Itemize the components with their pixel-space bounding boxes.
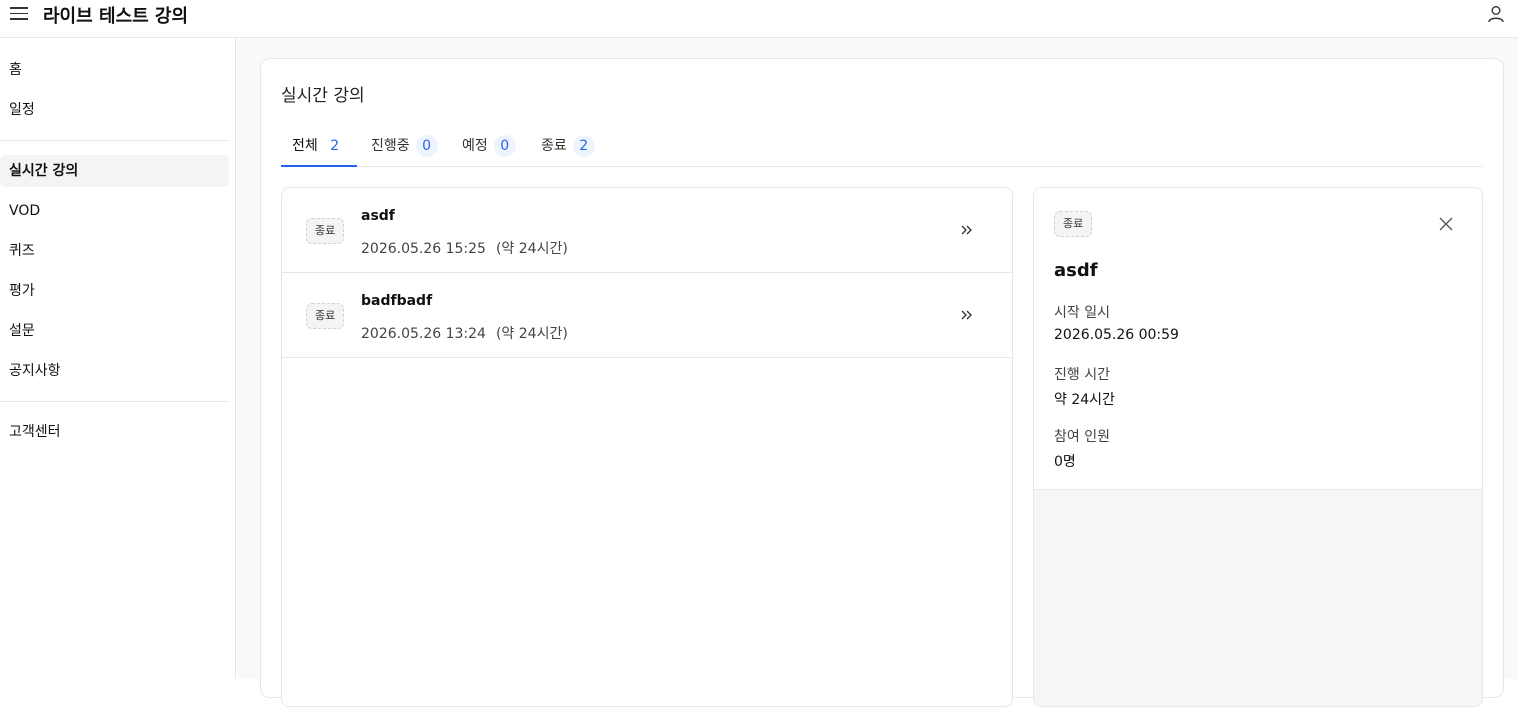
- sidebar-item-survey[interactable]: 설문: [0, 315, 229, 347]
- sidebar-item-live-lecture[interactable]: 실시간 강의: [0, 155, 229, 187]
- tab-label: 전체: [292, 138, 318, 154]
- sidebar-item-schedule[interactable]: 일정: [0, 94, 229, 126]
- hamburger-menu-icon[interactable]: [10, 5, 28, 23]
- start-label: 시작 일시: [1054, 305, 1110, 321]
- sidebar-item-vod[interactable]: VOD: [0, 195, 229, 227]
- list-item[interactable]: 종료 badfbadf 2026.05.26 13:24 (약 24시간): [282, 273, 1012, 358]
- sidebar-item-notice[interactable]: 공지사항: [0, 355, 229, 387]
- sidebar-item-home[interactable]: 홈: [0, 54, 229, 86]
- list-item[interactable]: 종료 asdf 2026.05.26 15:25 (약 24시간): [282, 188, 1012, 273]
- top-header: 라이브 테스트 강의: [0, 0, 1518, 38]
- user-icon[interactable]: [1486, 4, 1506, 24]
- tab-label: 종료: [541, 138, 567, 154]
- double-chevron-right-icon[interactable]: [960, 223, 974, 237]
- lecture-datetime: 2026.05.26 13:24: [361, 326, 486, 342]
- tab-count: 0: [493, 135, 516, 157]
- sidebar-item-support[interactable]: 고객센터: [0, 416, 229, 448]
- lecture-datetime: 2026.05.26 15:25: [361, 241, 486, 257]
- double-chevron-right-icon[interactable]: [960, 308, 974, 322]
- tab-scheduled[interactable]: 예정 0: [451, 125, 527, 167]
- page-title: 실시간 강의: [281, 86, 365, 106]
- status-badge: 종료: [1054, 211, 1093, 237]
- tab-count: 2: [572, 135, 595, 157]
- status-tabs: 전체 2 진행중 0 예정 0 종료 2: [281, 125, 1483, 167]
- tab-count: 0: [415, 135, 438, 157]
- tab-in-progress[interactable]: 진행중 0: [360, 125, 449, 167]
- lecture-duration: (약 24시간): [495, 326, 568, 342]
- tab-label: 예정: [462, 138, 488, 154]
- close-icon[interactable]: [1438, 216, 1454, 232]
- participants-label: 참여 인원: [1054, 429, 1110, 445]
- tab-count: 2: [330, 138, 340, 154]
- app-title: 라이브 테스트 강의: [43, 6, 189, 27]
- detail-title: asdf: [1054, 260, 1098, 281]
- tab-ended[interactable]: 종료 2: [530, 125, 606, 167]
- lecture-duration: (약 24시간): [495, 241, 568, 257]
- lecture-time: 2026.05.26 15:25 (약 24시간): [361, 238, 568, 258]
- main-content: 실시간 강의 전체 2 진행중 0 예정 0 종료 2 종료 asdf 2026.05.…: [237, 38, 1518, 707]
- tab-label: 진행중: [371, 138, 410, 154]
- sidebar: 홈 일정 실시간 강의 VOD 퀴즈 평가 설문 공지사항 고객센터: [0, 38, 236, 679]
- participants-value: 0명: [1054, 454, 1076, 470]
- live-lecture-panel: 실시간 강의 전체 2 진행중 0 예정 0 종료 2 종료 asdf 2026.05.…: [260, 58, 1504, 707]
- duration-label: 진행 시간: [1054, 367, 1110, 383]
- detail-info: 종료 asdf 시작 일시 2026.05.26 00:59 진행 시간 약 2…: [1034, 188, 1482, 490]
- detail-empty-area: [1034, 490, 1482, 706]
- lecture-detail: 종료 asdf 시작 일시 2026.05.26 00:59 진행 시간 약 2…: [1033, 187, 1483, 707]
- sidebar-item-evaluation[interactable]: 평가: [0, 275, 229, 307]
- lecture-title: badfbadf: [361, 293, 433, 309]
- duration-value: 약 24시간: [1054, 392, 1115, 408]
- tab-all[interactable]: 전체 2: [281, 125, 357, 167]
- status-badge: 종료: [306, 218, 345, 244]
- sidebar-item-quiz[interactable]: 퀴즈: [0, 235, 229, 267]
- status-badge: 종료: [306, 303, 345, 329]
- lecture-list: 종료 asdf 2026.05.26 15:25 (약 24시간) 종료 badf…: [281, 187, 1013, 707]
- lecture-title: asdf: [361, 208, 395, 224]
- start-value: 2026.05.26 00:59: [1054, 327, 1179, 343]
- lecture-time: 2026.05.26 13:24 (약 24시간): [361, 323, 568, 343]
- sidebar-divider: [0, 140, 229, 141]
- sidebar-divider: [0, 401, 229, 402]
